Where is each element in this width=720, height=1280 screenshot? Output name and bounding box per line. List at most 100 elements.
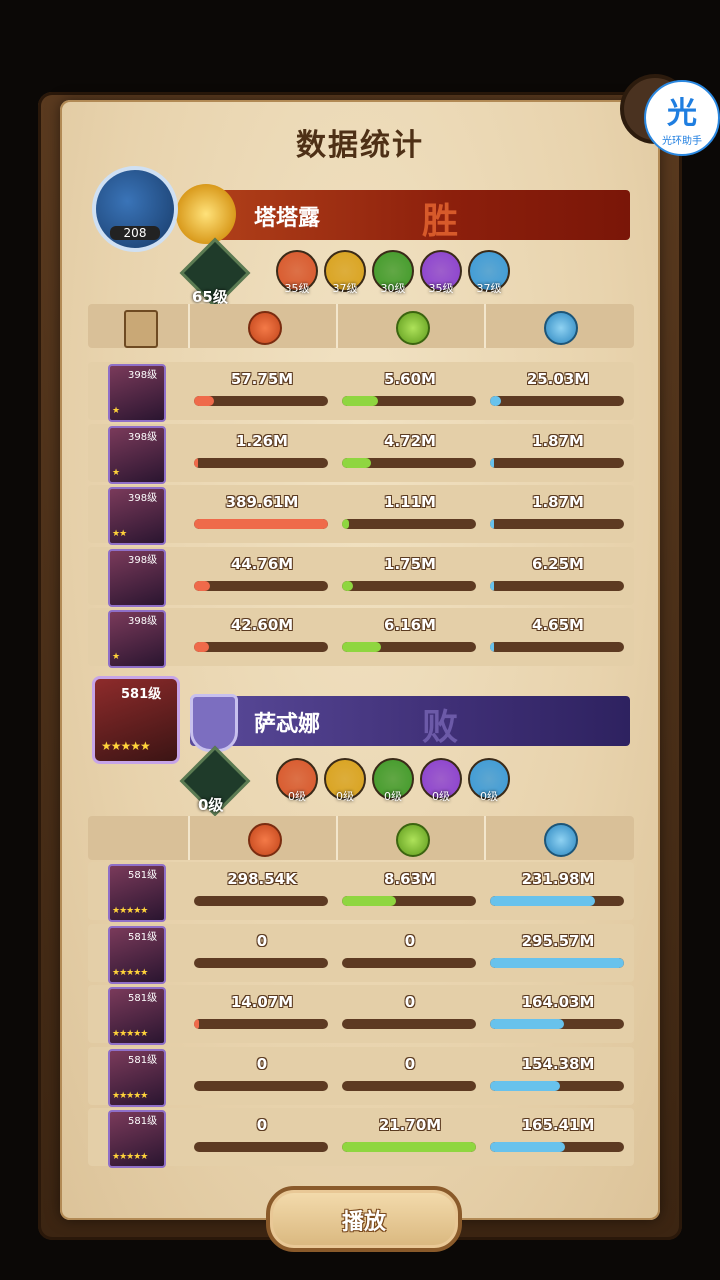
hero-portrait[interactable]: 398级 ★★	[108, 487, 166, 545]
damage-bar	[194, 1142, 328, 1152]
play-button[interactable]: 播放	[266, 1186, 462, 1252]
heal-column	[336, 816, 486, 860]
damage-value: 389.61M	[225, 493, 299, 511]
damage-cell: 298.54K	[188, 862, 336, 920]
hero-portrait[interactable]: 398级 ★	[108, 610, 166, 668]
heal-bar	[342, 1019, 476, 1029]
heal-cell: 6.16M	[336, 608, 484, 666]
heal-value: 6.16M	[384, 616, 436, 634]
damage-value: 0	[256, 931, 268, 950]
heal-cell: 0	[336, 924, 484, 982]
hero-stars: ★★★★★	[112, 906, 148, 916]
damage-value: 0	[256, 1054, 268, 1073]
hero-stars: ★	[112, 652, 120, 662]
damage-bar-fill	[194, 580, 211, 591]
hero-level: 398级	[128, 431, 158, 443]
damage-bar-fill	[194, 457, 199, 468]
defense-value: 295.57M	[521, 931, 595, 950]
heal-bar-fill	[342, 457, 372, 468]
defense-cell: 164.03M	[484, 985, 632, 1043]
helper-badge[interactable]: 光 光环助手	[644, 80, 720, 156]
heal-bar	[342, 642, 476, 652]
hero-portrait[interactable]: 398级 ★	[108, 364, 166, 422]
defense-bar	[490, 580, 624, 591]
scroll-icon	[124, 310, 158, 348]
heal-cell: 1.11M	[336, 485, 484, 543]
hero-stars: ★★	[112, 529, 127, 539]
hero-portrait[interactable]: 581级 ★★★★★	[108, 925, 166, 984]
damage-cell: 57.75M	[188, 362, 336, 420]
hero-stars: ★★★★★	[112, 1090, 148, 1101]
heal-bar	[342, 896, 476, 906]
damage-cell: 389.61M	[188, 485, 336, 543]
defense-bar	[490, 519, 624, 529]
damage-cell: 14.07M	[188, 985, 336, 1043]
heal-value: 0	[404, 1054, 416, 1073]
hero-portrait[interactable]: 581级 ★★★★★	[108, 1048, 166, 1107]
shield-icon	[544, 823, 578, 857]
heal-value: 21.70M	[378, 1116, 442, 1134]
play-button-label: 播放	[341, 1210, 386, 1235]
heal-bar	[342, 396, 476, 406]
hero-portrait[interactable]: 581级 ★★★★★	[108, 1110, 166, 1168]
hero-portrait[interactable]: 398级	[108, 548, 166, 607]
hero-stat-row: 581级 ★★★★★ 0 0 295.57M	[88, 923, 634, 984]
defense-value: 1.87M	[532, 431, 584, 450]
loss-label: 败	[422, 707, 459, 748]
faction-level: 0级	[384, 790, 402, 803]
hero-level: 581级	[128, 993, 158, 1004]
defense-value: 25.03M	[526, 370, 590, 388]
defense-value: 164.03M	[521, 993, 595, 1011]
faction-graveborn-icon: 0级	[420, 758, 462, 803]
heal-bar-fill	[342, 1142, 476, 1152]
damage-bar-fill	[194, 519, 328, 529]
heal-icon	[396, 823, 430, 857]
hero-level: 398级	[128, 616, 158, 627]
defense-bar-fill	[490, 396, 501, 406]
heal-cell: 4.72M	[336, 424, 484, 482]
defense-cell: 154.38M	[484, 1047, 632, 1105]
damage-bar	[194, 896, 328, 906]
defense-bar	[490, 396, 624, 406]
helper-logo-icon: 光	[667, 96, 697, 131]
hero-portrait[interactable]: 398级 ★	[108, 425, 166, 484]
defense-bar-fill	[490, 896, 595, 906]
heal-bar	[342, 457, 476, 468]
heal-value: 4.72M	[384, 431, 436, 450]
faction-lightbearer-icon: 35级	[276, 250, 318, 295]
defense-value: 154.38M	[521, 1054, 595, 1073]
hero-portrait[interactable]: 581级 ★★★★★	[108, 987, 166, 1045]
defense-bar-fill	[490, 1142, 566, 1152]
damage-icon	[248, 311, 282, 345]
defense-cell: 6.25M	[484, 547, 632, 605]
defense-cell: 1.87M	[484, 424, 632, 482]
damage-cell: 42.60M	[188, 608, 336, 666]
defense-cell: 25.03M	[484, 362, 632, 420]
defense-cell: 231.98M	[484, 862, 632, 920]
hero-portrait[interactable]: 581级 ★★★★★	[108, 864, 166, 922]
heal-cell: 21.70M	[336, 1108, 484, 1166]
damage-bar	[194, 396, 328, 406]
defense-bar	[490, 1080, 624, 1091]
team2-player-avatar[interactable]: 581级 ★★★★★	[92, 676, 180, 764]
hero-stars: ★	[112, 467, 120, 478]
win-label: 胜	[422, 201, 459, 242]
heal-bar	[342, 1080, 476, 1091]
faction-graveborn-icon: 35级	[420, 250, 462, 295]
damage-icon	[248, 823, 282, 857]
helper-caption: 光环助手	[662, 136, 702, 147]
defense-value: 1.87M	[532, 493, 584, 511]
damage-bar	[194, 457, 328, 468]
page-title: 数据统计	[296, 128, 424, 163]
hero-level: 581级	[128, 1054, 158, 1066]
defense-bar	[490, 957, 624, 968]
defense-bar	[490, 1019, 624, 1029]
hero-level: 581级	[128, 870, 158, 881]
heal-cell: 8.63M	[336, 862, 484, 920]
heal-bar-fill	[342, 896, 396, 906]
defense-bar-fill	[490, 1019, 564, 1029]
team1-player-avatar[interactable]: 208	[92, 166, 178, 252]
team1-player-level: 208	[110, 226, 160, 240]
heal-bar-fill	[342, 396, 379, 406]
faction-celestial-icon: 37级	[468, 250, 510, 295]
